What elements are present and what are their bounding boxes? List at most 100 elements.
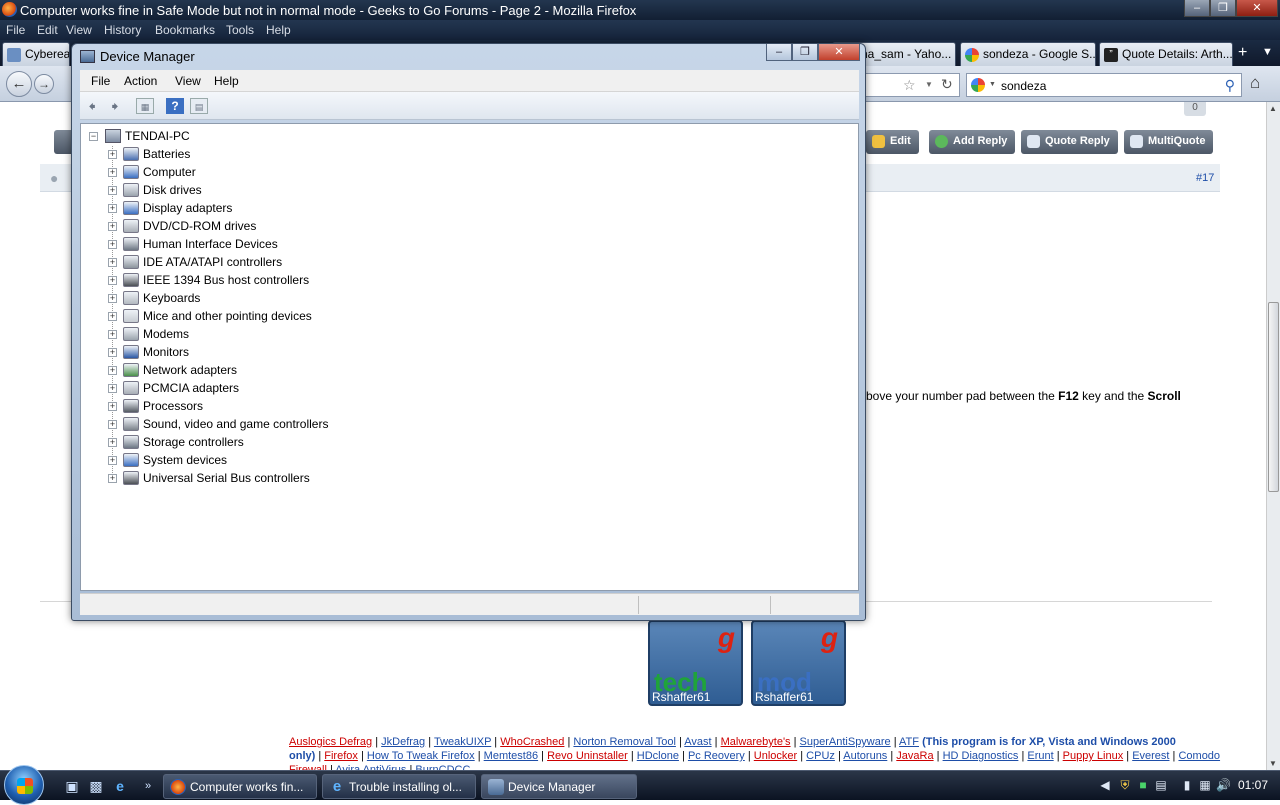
tab-list-chevron-down-icon[interactable]: ▼ bbox=[1262, 46, 1273, 58]
help-icon[interactable]: ? bbox=[166, 98, 184, 114]
back-arrow-icon[interactable]: ← bbox=[6, 71, 32, 97]
minimize-button[interactable]: – bbox=[1184, 0, 1210, 17]
signature-link[interactable]: Everest bbox=[1132, 750, 1169, 762]
signature-link[interactable]: Auslogics Defrag bbox=[289, 736, 372, 748]
add-reply-button[interactable]: Add Reply bbox=[929, 130, 1016, 154]
tree-node-universal-serial-bus-controllers[interactable]: + Universal Serial Bus controllers bbox=[81, 470, 481, 488]
reload-icon[interactable]: ↻ bbox=[941, 76, 953, 93]
dm-close-button[interactable]: ✕ bbox=[818, 44, 860, 61]
tree-node-monitors[interactable]: + Monitors bbox=[81, 344, 481, 362]
shield-icon[interactable]: ⛨ bbox=[1118, 778, 1132, 792]
menu-history[interactable]: History bbox=[104, 23, 141, 37]
expand-icon[interactable]: + bbox=[108, 384, 117, 393]
signature-link[interactable]: Unlocker bbox=[754, 750, 797, 762]
scrollbar-thumb[interactable] bbox=[1268, 302, 1279, 492]
expand-icon[interactable]: + bbox=[108, 438, 117, 447]
show-hide-tree-icon[interactable]: ▦ bbox=[136, 98, 154, 114]
signature-link[interactable]: CPUz bbox=[806, 750, 835, 762]
expand-icon[interactable]: + bbox=[108, 204, 117, 213]
tray-chevron-left-icon[interactable]: ◀ bbox=[1098, 778, 1112, 792]
signature-link[interactable]: How To Tweak Firefox bbox=[367, 750, 475, 762]
properties-icon[interactable]: ▤ bbox=[190, 98, 208, 114]
expand-icon[interactable]: + bbox=[108, 294, 117, 303]
signature-link[interactable]: TweakUIXP bbox=[434, 736, 491, 748]
expand-icon[interactable]: + bbox=[108, 222, 117, 231]
tree-node-dvd-cd-rom-drives[interactable]: + DVD/CD-ROM drives bbox=[81, 218, 481, 236]
signature-link[interactable]: Firefox bbox=[324, 750, 358, 762]
tree-node-ieee-1394-bus-host-controllers[interactable]: + IEEE 1394 Bus host controllers bbox=[81, 272, 481, 290]
taskbar-button-device-manager[interactable]: Device Manager bbox=[481, 774, 637, 799]
url-bar[interactable]: ☆ ▼ ↻ bbox=[860, 73, 960, 97]
menu-edit[interactable]: Edit bbox=[37, 23, 58, 37]
signature-link[interactable]: Autoruns bbox=[843, 750, 887, 762]
tree-root-node[interactable]: − TENDAI-PC bbox=[81, 128, 381, 146]
signature-link[interactable]: Revo Uninstaller bbox=[547, 750, 628, 762]
tree-node-pcmcia-adapters[interactable]: + PCMCIA adapters bbox=[81, 380, 481, 398]
expand-icon[interactable]: + bbox=[108, 168, 117, 177]
internet-explorer-icon[interactable]: e bbox=[112, 778, 128, 794]
expand-icon[interactable]: + bbox=[108, 312, 117, 321]
tree-node-storage-controllers[interactable]: + Storage controllers bbox=[81, 434, 481, 452]
start-button[interactable] bbox=[4, 765, 44, 805]
signature-link[interactable]: WhoCrashed bbox=[500, 736, 564, 748]
expand-icon[interactable]: + bbox=[108, 420, 117, 429]
tab-google[interactable]: sondeza - Google S... bbox=[960, 42, 1096, 66]
wifi-icon[interactable]: ▦ bbox=[1198, 778, 1212, 792]
signature-link[interactable]: Memtest86 bbox=[484, 750, 538, 762]
close-button[interactable]: ✕ bbox=[1236, 0, 1278, 17]
dm-menu-action[interactable]: Action bbox=[124, 74, 157, 88]
expand-icon[interactable]: + bbox=[108, 330, 117, 339]
edit-button[interactable]: Edit bbox=[866, 130, 919, 154]
tree-node-system-devices[interactable]: + System devices bbox=[81, 452, 481, 470]
menu-view[interactable]: View bbox=[66, 23, 92, 37]
expand-icon[interactable]: + bbox=[108, 366, 117, 375]
collapse-icon[interactable]: − bbox=[89, 132, 98, 141]
tree-node-modems[interactable]: + Modems bbox=[81, 326, 481, 344]
search-icon[interactable]: ⚲ bbox=[1225, 77, 1235, 94]
dm-maximize-button[interactable]: ❐ bbox=[792, 44, 818, 61]
signature-link[interactable]: Erunt bbox=[1027, 750, 1053, 762]
signature-link[interactable]: HD Diagnostics bbox=[943, 750, 1019, 762]
home-icon[interactable]: ⌂ bbox=[1250, 73, 1260, 93]
signature-link[interactable]: Malwarebyte's bbox=[721, 736, 791, 748]
dm-menu-file[interactable]: File bbox=[91, 74, 110, 88]
expand-icon[interactable]: + bbox=[108, 402, 117, 411]
volume-icon[interactable]: 🔊 bbox=[1216, 778, 1231, 792]
taskbar-button-firefox[interactable]: Computer works fin... bbox=[163, 774, 317, 799]
tree-node-processors[interactable]: + Processors bbox=[81, 398, 481, 416]
antivirus-icon[interactable]: ■ bbox=[1136, 778, 1150, 792]
expand-icon[interactable]: + bbox=[108, 348, 117, 357]
expand-icon[interactable]: + bbox=[108, 240, 117, 249]
network-icon[interactable]: ▤ bbox=[1154, 778, 1168, 792]
tree-node-mice-and-other-pointing-devices[interactable]: + Mice and other pointing devices bbox=[81, 308, 481, 326]
signature-link[interactable]: Avast bbox=[684, 736, 711, 748]
signature-link[interactable]: SuperAntiSpyware bbox=[800, 736, 891, 748]
dm-menu-view[interactable]: View bbox=[175, 74, 201, 88]
dm-menu-help[interactable]: Help bbox=[214, 74, 239, 88]
quote-reply-button[interactable]: Quote Reply bbox=[1021, 130, 1118, 154]
tree-node-human-interface-devices[interactable]: + Human Interface Devices bbox=[81, 236, 481, 254]
menu-help[interactable]: Help bbox=[266, 23, 291, 37]
scroll-down-icon[interactable]: ▼ bbox=[1269, 759, 1277, 768]
page-scrollbar[interactable]: ▲ ▼ bbox=[1266, 102, 1280, 770]
signature-link[interactable]: HDclone bbox=[637, 750, 679, 762]
signature-link[interactable]: JavaRa bbox=[896, 750, 933, 762]
expand-icon[interactable]: + bbox=[108, 258, 117, 267]
new-tab-plus-icon[interactable]: + bbox=[1238, 44, 1247, 62]
post-number-link[interactable]: #17 bbox=[1196, 172, 1214, 184]
history-chevron-down-icon[interactable]: ▼ bbox=[925, 80, 933, 89]
menu-file[interactable]: File bbox=[6, 23, 25, 37]
maximize-button[interactable]: ❐ bbox=[1210, 0, 1236, 17]
menu-bookmarks[interactable]: Bookmarks bbox=[155, 23, 215, 37]
tab-quote-details[interactable]: ” Quote Details: Arth... bbox=[1099, 42, 1233, 66]
tab-cyberea[interactable]: Cyberea... bbox=[2, 42, 70, 66]
back-arrow-icon[interactable]: 🠸 bbox=[83, 98, 101, 114]
signature-link[interactable]: Comodo bbox=[1178, 750, 1220, 762]
signature-link[interactable]: ATF bbox=[899, 736, 919, 748]
tree-node-sound-video-and-game-controllers[interactable]: + Sound, video and game controllers bbox=[81, 416, 481, 434]
expand-icon[interactable]: + bbox=[108, 456, 117, 465]
menu-tools[interactable]: Tools bbox=[226, 23, 254, 37]
tree-node-display-adapters[interactable]: + Display adapters bbox=[81, 200, 481, 218]
tree-node-ide-ata-atapi-controllers[interactable]: + IDE ATA/ATAPI controllers bbox=[81, 254, 481, 272]
expand-icon[interactable]: + bbox=[108, 474, 117, 483]
